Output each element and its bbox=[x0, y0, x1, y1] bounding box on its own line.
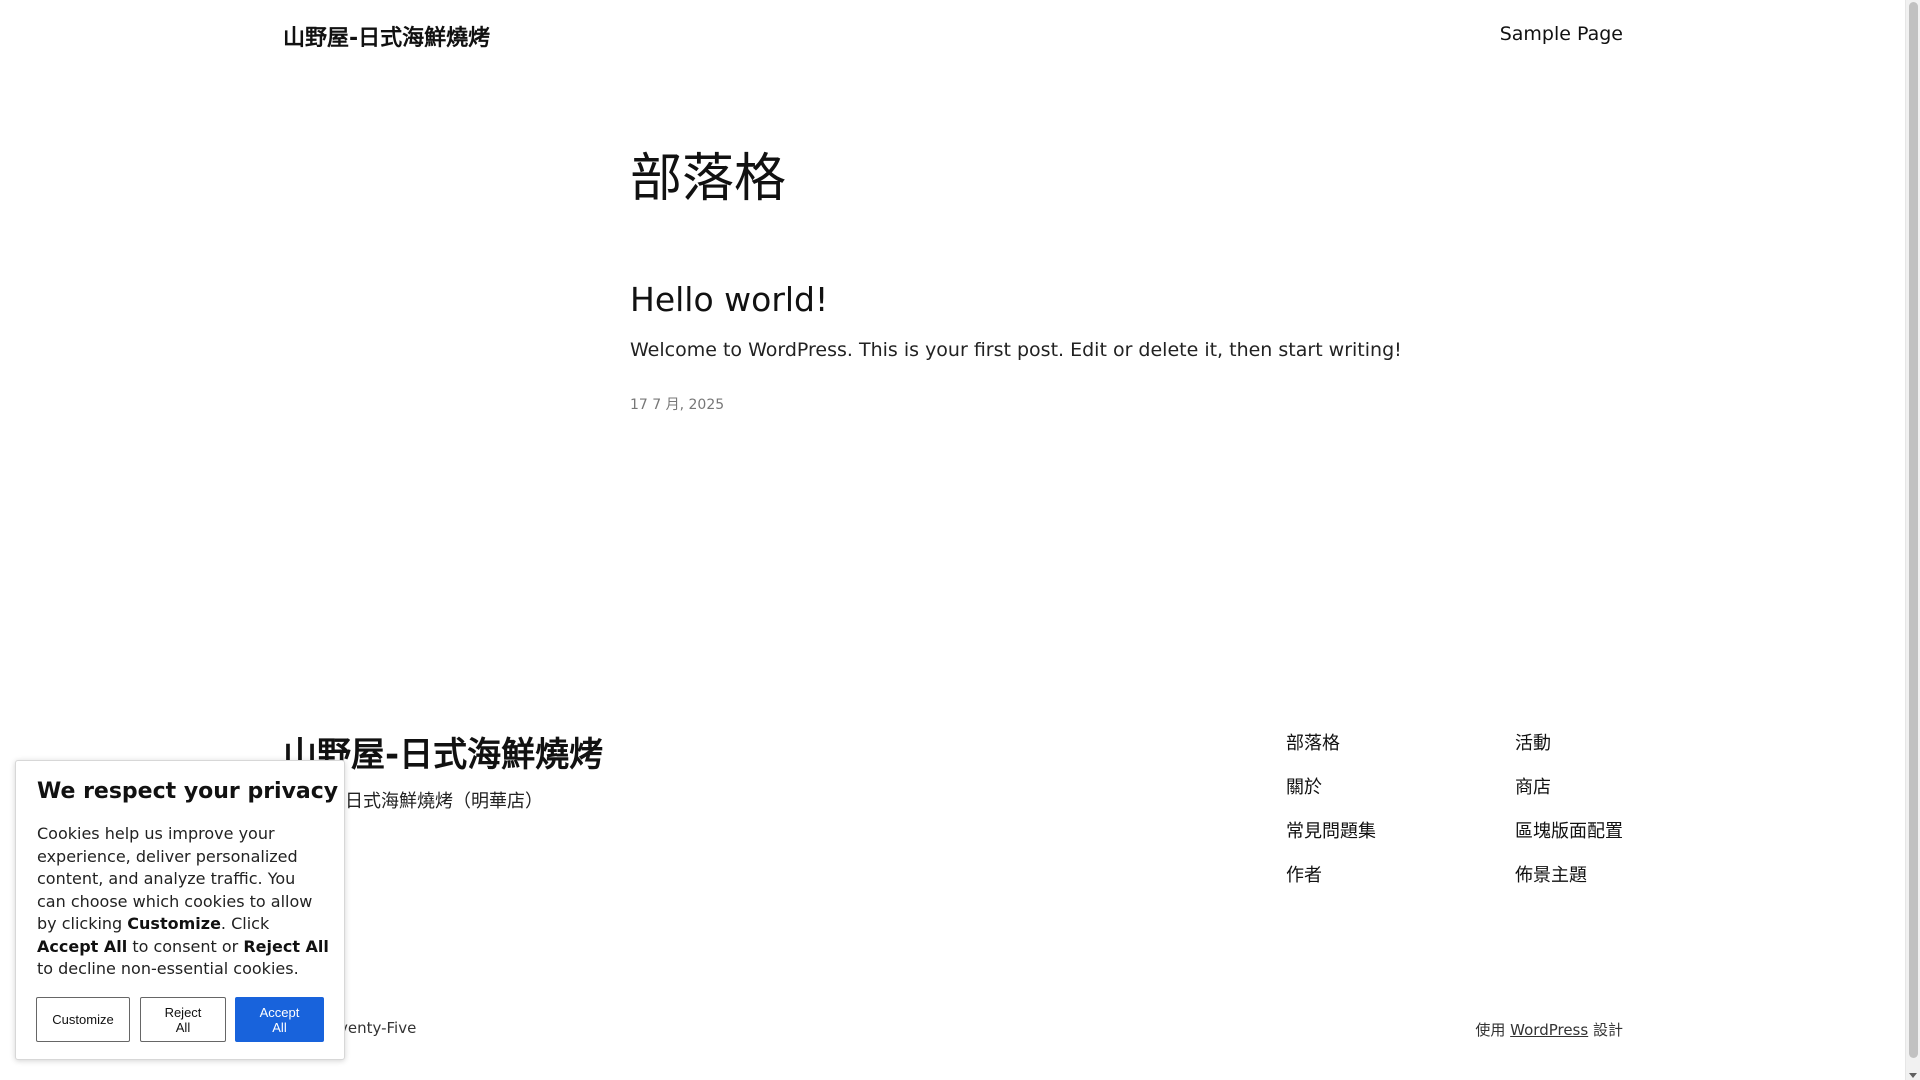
footer-credit-wordpress: 使用 WordPress 設計 bbox=[1475, 1019, 1623, 1040]
nav-link-sample-page[interactable]: Sample Page bbox=[1500, 23, 1623, 45]
credit-suffix: 設計 bbox=[1592, 1021, 1623, 1039]
cookie-reject-all-button[interactable]: Reject All bbox=[140, 997, 226, 1042]
footer-nav-column-1: 部落格 關於 常見問題集 作者 bbox=[1286, 730, 1376, 906]
footer-nav-item-themes[interactable]: 佈景主題 bbox=[1515, 862, 1623, 906]
footer-nav-item-faq[interactable]: 常見問題集 bbox=[1286, 818, 1376, 862]
credit-prefix: 使用 bbox=[1475, 1021, 1506, 1039]
wordpress-link[interactable]: WordPress bbox=[1510, 1021, 1588, 1039]
footer-nav-item-blog[interactable]: 部落格 bbox=[1286, 730, 1376, 774]
cookie-banner-description: Cookies help us improve your experience,… bbox=[37, 824, 329, 978]
post-date: 17 7 月, 2025 bbox=[630, 397, 725, 413]
footer-nav-column-2: 活動 商店 區塊版面配置 佈景主題 bbox=[1515, 730, 1623, 906]
footer-nav-item-events[interactable]: 活動 bbox=[1515, 730, 1623, 774]
post-excerpt: Welcome to WordPress. This is your first… bbox=[630, 339, 1402, 361]
page-heading: 部落格 bbox=[630, 149, 787, 209]
cookie-customize-button[interactable]: Customize bbox=[36, 997, 130, 1042]
scroll-down-arrow-icon[interactable] bbox=[1909, 1073, 1917, 1078]
cookie-consent-banner: We respect your privacy Cookies help us … bbox=[15, 760, 345, 1060]
scrollbar-thumb[interactable] bbox=[1909, 2, 1918, 1058]
footer-nav-item-about[interactable]: 關於 bbox=[1286, 774, 1376, 818]
post-title-link[interactable]: Hello world! bbox=[630, 280, 828, 319]
site-title-link[interactable]: 山野屋-日式海鮮燒烤 bbox=[283, 20, 490, 52]
vertical-scrollbar[interactable] bbox=[1905, 0, 1920, 1080]
cookie-accept-all-button[interactable]: Accept All bbox=[235, 997, 324, 1042]
footer-nav-item-patterns[interactable]: 區塊版面配置 bbox=[1515, 818, 1623, 862]
footer-nav-item-authors[interactable]: 作者 bbox=[1286, 862, 1376, 906]
footer-nav-item-shop[interactable]: 商店 bbox=[1515, 774, 1623, 818]
cookie-banner-title: We respect your privacy bbox=[37, 779, 339, 804]
